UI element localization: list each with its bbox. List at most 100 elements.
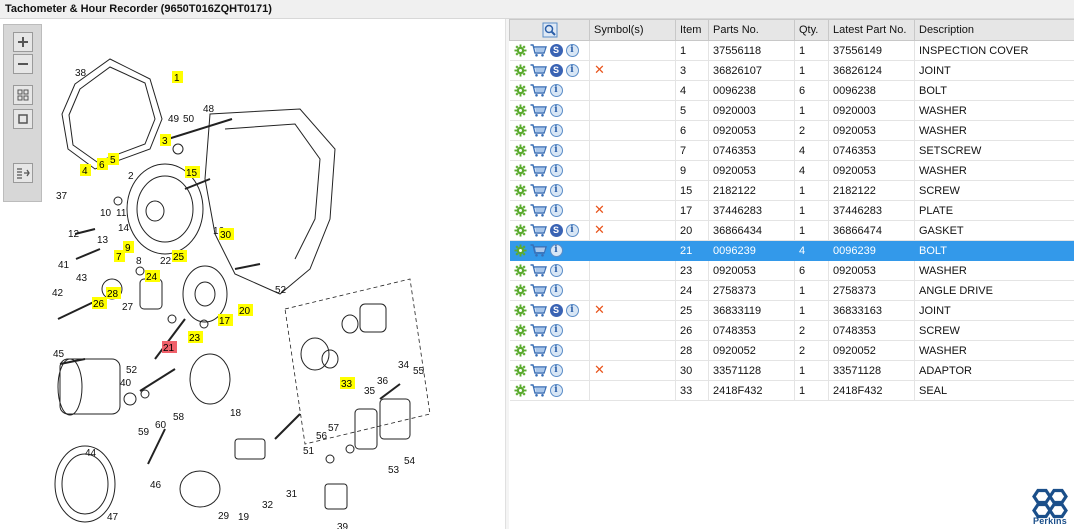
info-icon[interactable]: i (549, 264, 563, 277)
callout-54[interactable]: 54 (404, 456, 416, 467)
info-icon[interactable]: i (549, 204, 563, 217)
callout-34[interactable]: 34 (398, 360, 410, 371)
cart-icon[interactable] (530, 244, 547, 257)
callout-1[interactable]: 1 (172, 71, 183, 84)
info-icon[interactable]: i (565, 44, 579, 57)
gear-icon[interactable] (513, 164, 527, 177)
info-icon[interactable]: i (549, 104, 563, 117)
exploded-diagram-panel[interactable]: 38 49 50 48 2 37 10 11 16 12 13 14 41 43… (0, 19, 505, 529)
table-row[interactable]: i 24 2758373 1 2758373 ANGLE DRIVE (509, 280, 1074, 301)
info-icon[interactable]: i (549, 284, 563, 297)
callout-60[interactable]: 60 (155, 420, 167, 431)
callout-15[interactable]: 15 (185, 166, 200, 179)
cart-icon[interactable] (530, 44, 547, 57)
table-row[interactable]: Si ✕ 20 36866434 1 36866474 GASKET (509, 220, 1074, 241)
info-icon[interactable]: i (549, 184, 563, 197)
callout-58[interactable]: 58 (173, 412, 185, 423)
cart-icon[interactable] (530, 124, 547, 137)
callout-23[interactable]: 23 (188, 331, 203, 344)
gear-icon[interactable] (513, 264, 527, 277)
export-list-button[interactable] (13, 163, 33, 183)
gear-icon[interactable] (513, 364, 527, 377)
cart-icon[interactable] (530, 324, 547, 337)
callout-56[interactable]: 56 (316, 431, 328, 442)
callout-42[interactable]: 42 (52, 288, 64, 299)
column-header-latest-part-no[interactable]: Latest Part No. (828, 19, 915, 41)
gear-icon[interactable] (513, 304, 527, 317)
callout-51[interactable]: 51 (303, 446, 315, 457)
info-icon[interactable]: i (565, 224, 579, 237)
table-row[interactable]: i 5 0920003 1 0920003 WASHER (509, 100, 1074, 121)
gear-icon[interactable] (513, 324, 527, 337)
cart-icon[interactable] (530, 84, 547, 97)
info-icon[interactable]: i (565, 304, 579, 317)
callout-12[interactable]: 12 (68, 229, 80, 240)
table-row[interactable]: i ✕ 17 37446283 1 37446283 PLATE (509, 200, 1074, 221)
callout-38[interactable]: 38 (75, 68, 87, 79)
callout-55[interactable]: 55 (413, 366, 425, 377)
callout-10[interactable]: 10 (100, 208, 112, 219)
callout-39[interactable]: 39 (337, 522, 349, 529)
callout-35[interactable]: 35 (364, 386, 376, 397)
info-icon[interactable]: i (549, 124, 563, 137)
callout-19[interactable]: 19 (238, 512, 250, 523)
zoom-out-button[interactable] (13, 54, 33, 74)
callout-5[interactable]: 5 (108, 153, 119, 166)
callout-45[interactable]: 45 (53, 349, 65, 360)
callout-2[interactable]: 2 (128, 171, 134, 182)
search-zoom-icon[interactable] (542, 22, 558, 38)
table-row[interactable]: i 21 0096239 4 0096239 BOLT (509, 240, 1074, 261)
gear-icon[interactable] (513, 224, 527, 237)
callout-26[interactable]: 26 (92, 297, 107, 310)
callout-21-selected[interactable]: 21 (162, 341, 177, 354)
table-row[interactable]: Si 1 37556118 1 37556149 INSPECTION COVER (509, 40, 1074, 61)
fit-view-button[interactable] (13, 85, 33, 105)
callout-44[interactable]: 44 (85, 448, 97, 459)
callout-37[interactable]: 37 (56, 191, 68, 202)
gear-icon[interactable] (513, 124, 527, 137)
gear-icon[interactable] (513, 184, 527, 197)
table-row[interactable]: i 23 0920053 6 0920053 WASHER (509, 260, 1074, 281)
callout-47[interactable]: 47 (107, 512, 119, 523)
callout-52-lower[interactable]: 52 (126, 365, 138, 376)
gear-icon[interactable] (513, 144, 527, 157)
info-icon[interactable]: i (549, 344, 563, 357)
callout-27[interactable]: 27 (122, 302, 134, 313)
gear-icon[interactable] (513, 84, 527, 97)
info-icon[interactable]: i (549, 164, 563, 177)
column-header-parts-no[interactable]: Parts No. (708, 19, 795, 41)
callout-53[interactable]: 53 (388, 465, 400, 476)
callout-41[interactable]: 41 (58, 260, 70, 271)
cart-icon[interactable] (530, 144, 547, 157)
cart-icon[interactable] (530, 384, 547, 397)
callout-48[interactable]: 48 (203, 104, 215, 115)
cart-icon[interactable] (530, 204, 547, 217)
supersession-s-icon[interactable]: S (549, 44, 563, 57)
table-row[interactable]: i 15 2182122 1 2182122 SCREW (509, 180, 1074, 201)
gear-icon[interactable] (513, 204, 527, 217)
info-icon[interactable]: i (549, 364, 563, 377)
info-icon[interactable]: i (549, 324, 563, 337)
table-row[interactable]: i 28 0920052 2 0920052 WASHER (509, 340, 1074, 361)
cart-icon[interactable] (530, 64, 547, 77)
callout-57[interactable]: 57 (328, 423, 340, 434)
callout-52-upper[interactable]: 52 (275, 285, 287, 296)
callout-13[interactable]: 13 (97, 235, 109, 246)
supersession-s-icon[interactable]: S (549, 64, 563, 77)
callout-8[interactable]: 8 (136, 256, 142, 267)
actual-size-button[interactable] (13, 109, 33, 129)
cart-icon[interactable] (530, 264, 547, 277)
info-icon[interactable]: i (549, 384, 563, 397)
callout-46[interactable]: 46 (150, 480, 162, 491)
callout-33[interactable]: 33 (340, 377, 355, 390)
cart-icon[interactable] (530, 344, 547, 357)
callout-6[interactable]: 6 (97, 158, 108, 171)
info-icon[interactable]: i (549, 84, 563, 97)
info-icon[interactable]: i (549, 144, 563, 157)
table-row[interactable]: Si ✕ 25 36833119 1 36833163 JOINT (509, 300, 1074, 321)
info-icon[interactable]: i (565, 64, 579, 77)
callout-25[interactable]: 25 (172, 250, 187, 263)
column-header-description[interactable]: Description (914, 19, 1074, 41)
table-row[interactable]: i ✕ 30 33571128 1 33571128 ADAPTOR (509, 360, 1074, 381)
callout-3[interactable]: 3 (160, 134, 171, 147)
